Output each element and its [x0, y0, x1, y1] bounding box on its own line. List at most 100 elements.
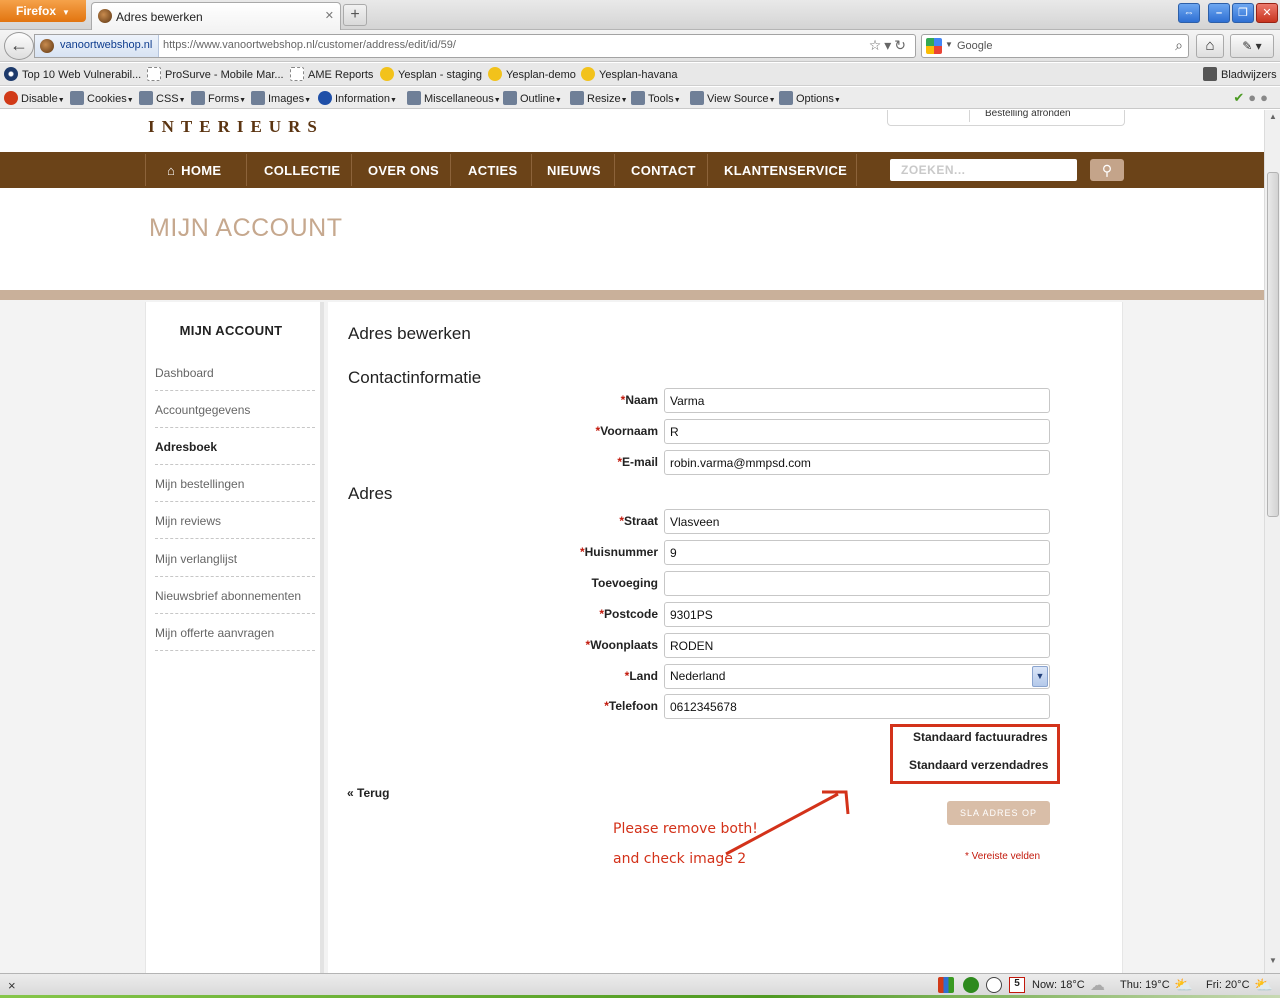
search-placeholder[interactable]: Google — [957, 40, 992, 52]
clock-icon[interactable] — [986, 977, 1002, 993]
site-search-input[interactable]: ZOEKEN... — [890, 159, 1077, 181]
bookmark-item[interactable]: Top 10 Web Vulnerabil... — [4, 67, 141, 81]
sidebar-item-dashboard[interactable]: Dashboard — [155, 354, 315, 391]
maximize-button[interactable]: ❐ — [1232, 3, 1254, 23]
firefox-menu-button[interactable]: Firefox ▼ — [0, 0, 86, 22]
home-button[interactable]: ⌂ — [1196, 34, 1224, 58]
bookmark-item[interactable]: ProSurve - Mobile Mar... — [147, 67, 284, 81]
back-link[interactable]: « Terug — [347, 786, 389, 800]
checkout-link[interactable]: Bestelling afronden — [985, 110, 1071, 119]
url-text[interactable]: https://www.vanoortwebshop.nl/customer/a… — [163, 39, 456, 51]
wd-options-menu[interactable]: Options▼ — [779, 91, 841, 105]
wd-resize-menu[interactable]: Resize▼ — [570, 91, 628, 105]
bookmark-item[interactable]: Yesplan-demo — [488, 67, 576, 81]
tab-close-icon[interactable]: ✕ — [325, 9, 334, 22]
minimize-button[interactable]: – — [1208, 3, 1230, 23]
scrollbar-thumb[interactable] — [1267, 172, 1279, 517]
wd-images-menu[interactable]: Images▼ — [251, 91, 311, 105]
nav-divider — [450, 154, 451, 186]
wd-forms-menu[interactable]: Forms▼ — [191, 91, 246, 105]
nav-nieuws[interactable]: NIEUWS — [547, 163, 601, 178]
new-tab-button[interactable]: + — [343, 4, 367, 26]
search-bar[interactable]: ▼ Google ⌕ — [921, 34, 1189, 58]
save-address-button[interactable]: SLA ADRES OP — [947, 801, 1050, 825]
naam-input[interactable]: Varma — [664, 388, 1050, 413]
sidebar-item-adresboek[interactable]: Adresboek — [155, 428, 315, 465]
nav-contact[interactable]: CONTACT — [631, 163, 696, 178]
site-identity-button[interactable]: vanoortwebshop.nl — [35, 35, 159, 57]
email-label: *E-mail — [617, 455, 658, 469]
default-shipping-label[interactable]: Standaard verzendadres — [909, 758, 1048, 772]
bookmark-star-icon[interactable]: ☆▾↻ — [869, 37, 909, 54]
browser-tab[interactable]: Adres bewerken ✕ — [91, 2, 341, 30]
postcode-input[interactable]: 9301PS — [664, 602, 1050, 627]
search-engine-dropdown-icon[interactable]: ▼ — [945, 40, 953, 49]
pen-icon — [503, 91, 517, 105]
close-window-button[interactable]: ✕ — [1256, 3, 1278, 23]
sidebar-item-mijn-bestellingen[interactable]: Mijn bestellingen — [155, 465, 315, 502]
toevoeging-input[interactable] — [664, 571, 1050, 596]
weather-friday[interactable]: Fri: 20°C — [1206, 979, 1250, 991]
wd-information-menu[interactable]: Information▼ — [318, 91, 397, 105]
weather-thursday[interactable]: Thu: 19°C — [1120, 979, 1170, 991]
calendar-icon[interactable]: 5 — [1009, 977, 1025, 993]
back-button[interactable]: ← — [4, 32, 34, 60]
window-titlebar: Firefox ▼ Adres bewerken ✕ + ⇔ – ❐ ✕ — [0, 0, 1280, 30]
green-status-icon[interactable] — [963, 977, 979, 993]
wd-status-icons[interactable]: ✔●● — [1233, 90, 1272, 106]
bookmark-item[interactable]: Yesplan-havana — [581, 67, 678, 81]
woonplaats-input[interactable]: RODEN — [664, 633, 1050, 658]
voornaam-input[interactable]: R — [664, 419, 1050, 444]
required-fields-note: * Vereiste velden — [965, 851, 1041, 862]
page-scrollbar[interactable]: ▲ ▼ — [1264, 110, 1280, 973]
yesplan-icon — [488, 67, 502, 81]
default-billing-label[interactable]: Standaard factuuradres — [913, 730, 1048, 744]
wd-view-source-menu[interactable]: View Source▼ — [690, 91, 776, 105]
wd-tools-menu[interactable]: Tools▼ — [631, 91, 681, 105]
wd-disable-menu[interactable]: Disable▼ — [4, 91, 65, 105]
straat-label: *Straat — [619, 514, 658, 528]
sidebar-item-nieuwsbrief[interactable]: Nieuwsbrief abonnementen — [155, 577, 315, 614]
close-findbar-icon[interactable]: × — [8, 978, 16, 993]
chart-addon-icon[interactable] — [938, 977, 954, 993]
sidebar-item-accountgegevens[interactable]: Accountgegevens — [155, 391, 315, 428]
restore-arrows-button[interactable]: ⇔ — [1178, 3, 1200, 23]
scroll-up-icon[interactable]: ▲ — [1267, 112, 1279, 126]
main-navigation: ⌂ HOME COLLECTIE OVER ONS ACTIES NIEUWS C… — [0, 152, 1264, 188]
sidebar-item-mijn-verlanglijst[interactable]: Mijn verlanglijst — [155, 540, 315, 577]
chevron-down-icon[interactable]: ▼ — [1032, 666, 1048, 687]
magnifier-icon[interactable]: ⌕ — [1175, 37, 1183, 54]
wd-cookies-menu[interactable]: Cookies▼ — [70, 91, 134, 105]
nav-over-ons[interactable]: OVER ONS — [368, 163, 439, 178]
sidebar-item-mijn-reviews[interactable]: Mijn reviews — [155, 502, 315, 539]
bookmark-item[interactable]: Yesplan - staging — [380, 67, 482, 81]
huisnummer-input[interactable]: 9 — [664, 540, 1050, 565]
nav-collectie[interactable]: COLLECTIE — [264, 163, 340, 178]
yesplan-icon — [581, 67, 595, 81]
nav-acties[interactable]: ACTIES — [468, 163, 517, 178]
scroll-down-icon[interactable]: ▼ — [1267, 956, 1279, 970]
url-bar[interactable]: vanoortwebshop.nl https://www.vanoortweb… — [34, 34, 916, 58]
sun-cloud-icon: ⛅ — [1174, 977, 1193, 994]
telefoon-input[interactable]: 0612345678 — [664, 694, 1050, 719]
wd-miscellaneous-menu[interactable]: Miscellaneous▼ — [407, 91, 501, 105]
tools-menu-button[interactable]: ✎ ▾ — [1230, 34, 1274, 58]
email-input[interactable]: robin.varma@mmpsd.com — [664, 450, 1050, 475]
wd-css-menu[interactable]: CSS▼ — [139, 91, 186, 105]
bookmarks-menu[interactable]: Bladwijzers — [1203, 67, 1277, 81]
weather-now[interactable]: Now: 18°C — [1032, 979, 1085, 991]
nav-home[interactable]: ⌂ HOME — [167, 163, 221, 178]
sun-cloud-icon: ⛅ — [1254, 977, 1273, 994]
site-search-button[interactable]: ⚲ — [1090, 159, 1124, 181]
straat-input[interactable]: Vlasveen — [664, 509, 1050, 534]
sidebar-item-offerte[interactable]: Mijn offerte aanvragen — [155, 614, 315, 651]
search-icon: ⚲ — [1101, 162, 1113, 178]
form-heading: Adres bewerken — [348, 324, 471, 343]
bookmark-item[interactable]: AME Reports — [290, 67, 373, 81]
land-select[interactable]: Nederland ▼ — [664, 664, 1050, 689]
nav-klantenservice[interactable]: KLANTENSERVICE — [724, 163, 847, 178]
wd-outline-menu[interactable]: Outline▼ — [503, 91, 562, 105]
postcode-label: *Postcode — [599, 607, 658, 621]
google-icon[interactable] — [926, 38, 942, 54]
site-logo[interactable]: INTERIEURS — [148, 117, 324, 137]
